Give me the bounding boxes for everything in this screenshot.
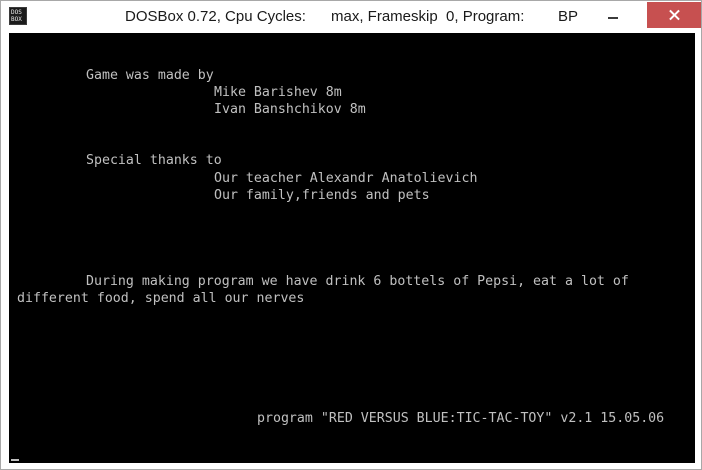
- dosbox-window: DOS BOX DOSBox 0.72, Cpu Cycles: max, Fr…: [0, 0, 702, 470]
- dos-screen[interactable]: Game was made by Mike Barishev 8m Ivan B…: [9, 33, 695, 463]
- minimize-button[interactable]: [600, 2, 626, 28]
- credits-story-line-1: During making program we have drink 6 bo…: [86, 274, 629, 289]
- credits-story-line-2: different food, spend all our nerves: [17, 291, 305, 306]
- credits-author-2: Ivan Banshchikov 8m: [214, 102, 366, 117]
- credits-thanks-1: Our teacher Alexandr Anatolievich: [214, 171, 478, 186]
- title-bar[interactable]: DOS BOX DOSBox 0.72, Cpu Cycles: max, Fr…: [1, 1, 701, 33]
- credits-author-1: Mike Barishev 8m: [214, 85, 342, 100]
- window-title: DOSBox 0.72, Cpu Cycles: max, Frameskip …: [1, 8, 701, 28]
- credits-made-by: Game was made by: [86, 68, 214, 83]
- title-app: DOSBox 0.72, Cpu Cycles:: [125, 8, 306, 25]
- close-button[interactable]: [647, 2, 701, 28]
- title-program: BP: [558, 8, 579, 25]
- credits-thanks-heading: Special thanks to: [86, 153, 222, 168]
- program-version-footer: program "RED VERSUS BLUE:TIC-TAC-TOY" v2…: [257, 411, 665, 426]
- credits-thanks-2: Our family,friends and pets: [214, 188, 430, 203]
- title-cycles: max, Frameskip 0, Program:: [331, 8, 525, 25]
- text-cursor: [11, 459, 19, 461]
